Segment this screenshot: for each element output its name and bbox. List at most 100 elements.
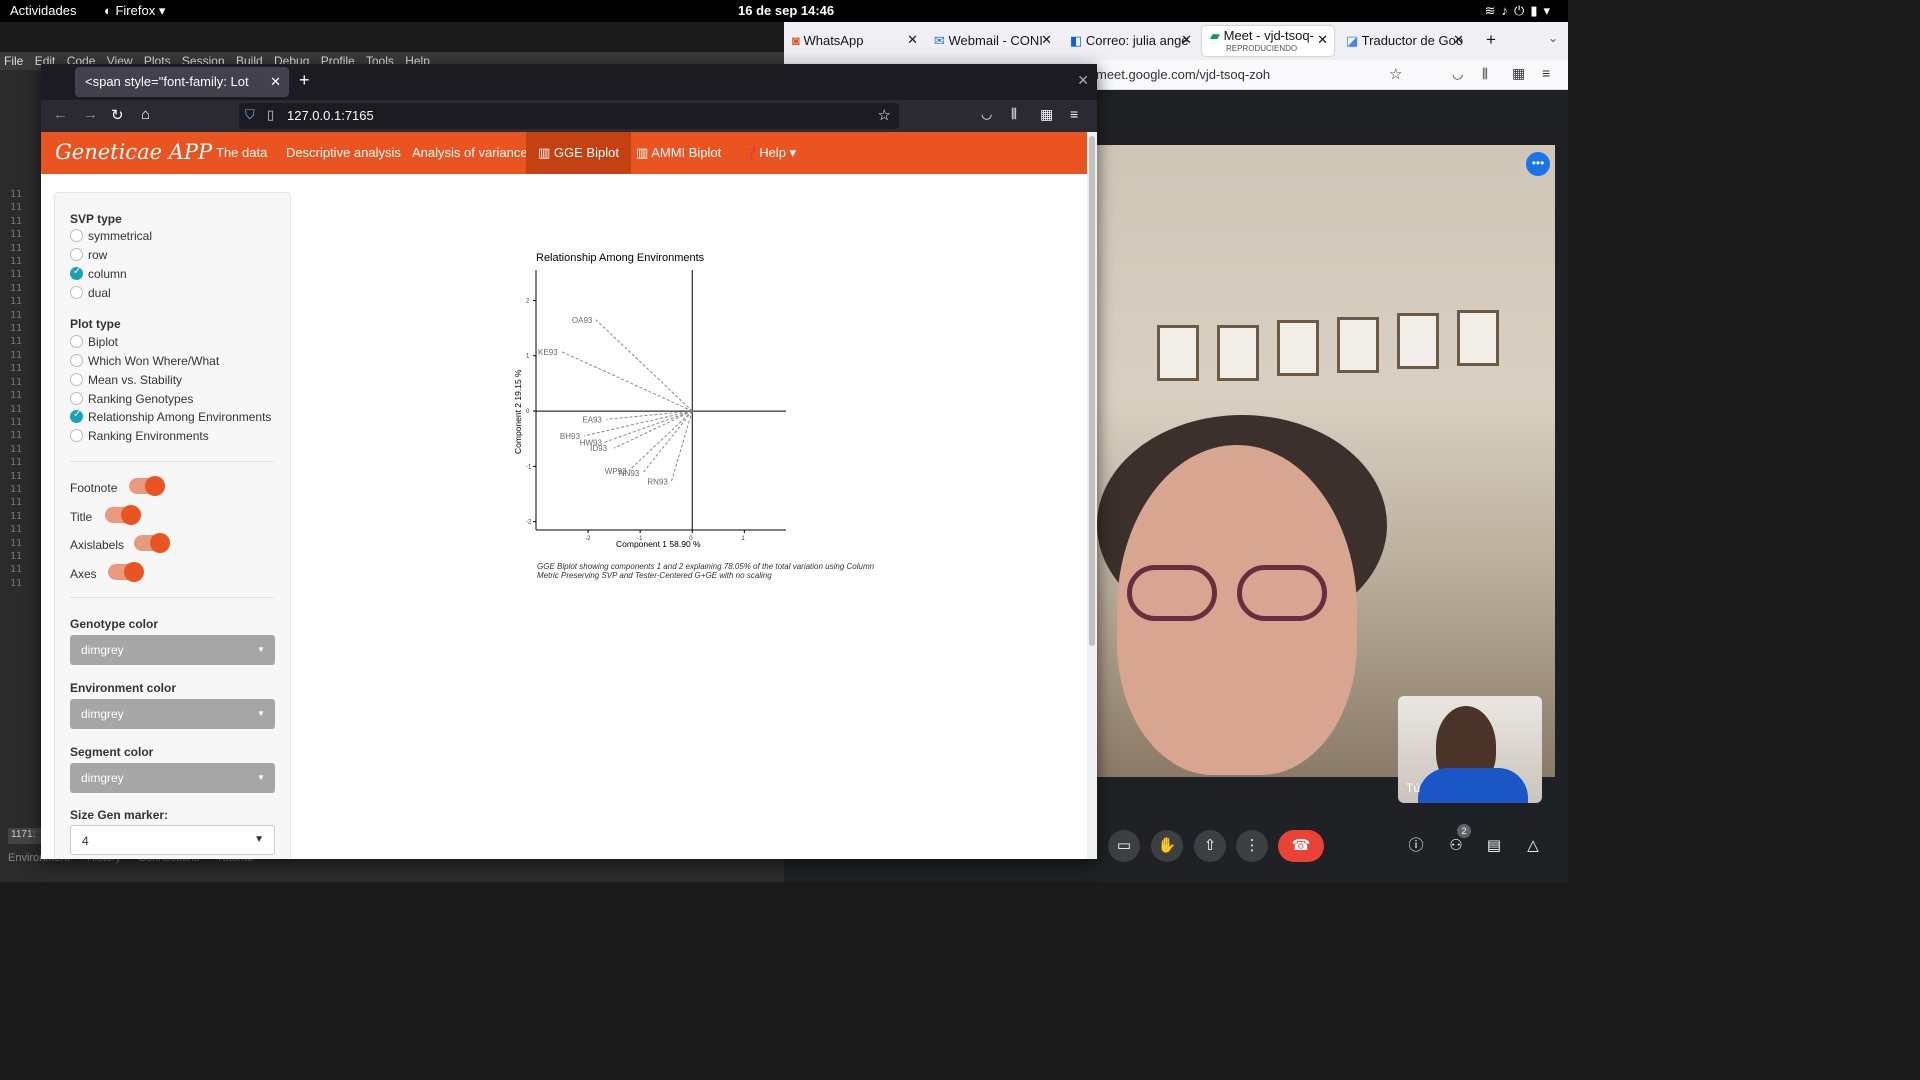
line-number: 11 <box>10 242 23 254</box>
tab-list-icon[interactable]: ⌄ <box>1548 31 1558 45</box>
axes-switch[interactable] <box>108 562 144 582</box>
bookmark-star-icon[interactable]: ☆ <box>878 106 891 124</box>
radio-plot-relationship-environments[interactable]: Relationship Among Environments <box>70 409 272 424</box>
radio-plot-biplot[interactable]: Biplot <box>70 335 118 349</box>
radio-svp-dual[interactable]: dual <box>70 286 111 300</box>
question-circle-icon: ❓ <box>743 145 760 160</box>
back-icon[interactable]: ← <box>53 106 68 123</box>
select-value: dimgrey <box>81 707 124 721</box>
bookmark-star-icon[interactable]: ☆ <box>1389 65 1402 83</box>
page-scrollbar[interactable] <box>1087 132 1097 859</box>
battery-icon: ▮ <box>1530 3 1544 18</box>
tab-label: Webmail - CONI <box>948 33 1043 48</box>
url-text[interactable]: 127.0.0.1:7165 <box>287 108 374 123</box>
tab-meet[interactable]: ▰ Meet - vjd-tsoq- REPRODUCIENDO ✕ <box>1202 26 1334 56</box>
scrollbar-thumb[interactable] <box>1089 136 1095 646</box>
grid-icon[interactable]: ▦ <box>1040 106 1053 123</box>
close-icon[interactable]: ✕ <box>1317 32 1328 48</box>
end-call-button[interactable]: ☎ <box>1278 830 1324 862</box>
nav-label: AMMI Biplot <box>651 145 722 160</box>
tab-correo[interactable]: ◧ Correo: julia ange ✕ <box>1062 26 1198 56</box>
radio-plot-ranking-genotypes[interactable]: Ranking Genotypes <box>70 392 193 406</box>
size-gen-marker-select[interactable]: 4 ▼ <box>70 825 275 855</box>
info-button[interactable]: ⓘ <box>1400 830 1432 862</box>
switch-knob <box>121 505 141 525</box>
pocket-icon[interactable]: ◡ <box>981 106 992 122</box>
main-video-tile[interactable] <box>1097 145 1555 777</box>
pocket-icon[interactable]: ◡ <box>1452 66 1463 82</box>
shield-icon[interactable]: ⛉ <box>245 107 255 123</box>
close-icon[interactable]: ✕ <box>907 32 918 48</box>
tab-label: Meet - vjd-tsoq- <box>1223 28 1314 43</box>
nav-ammi-biplot[interactable]: ▥ AMMI Biplot <box>624 132 733 174</box>
title-switch[interactable] <box>105 505 141 525</box>
url-bar[interactable]: ⛉ ▯ 127.0.0.1:7165 ☆ <box>239 103 899 129</box>
nav-the-data[interactable]: The data <box>204 132 279 174</box>
meet-url[interactable]: meet.google.com/vjd-tsoq-zoh <box>1096 67 1270 82</box>
radio-plot-which-won[interactable]: Which Won Where/What <box>70 354 219 368</box>
line-number: 11 <box>10 457 23 469</box>
raise-hand-button[interactable]: ✋ <box>1151 830 1183 862</box>
close-icon[interactable]: ✕ <box>1453 32 1464 48</box>
activities-icon[interactable]: △ <box>1517 830 1549 862</box>
footnote-switch[interactable] <box>129 476 165 496</box>
tab-shiny-app[interactable]: <span style="font-family: Lot ✕ <box>75 67 289 97</box>
forward-icon[interactable]: → <box>83 106 98 123</box>
clock[interactable]: 16 de sep 14:46 <box>738 3 834 18</box>
app-menu-button[interactable]: ◐ Firefox ▾ <box>104 3 165 19</box>
segment-color-select[interactable]: dimgrey ▼ <box>70 763 275 793</box>
nav-label: Help <box>759 145 786 160</box>
line-number: 11 <box>10 269 23 281</box>
new-tab-button[interactable]: + <box>299 70 310 91</box>
nav-descriptive-analysis[interactable]: Descriptive analysis <box>274 132 413 174</box>
window-close-icon[interactable]: ✕ <box>1077 72 1089 89</box>
axislabels-switch[interactable] <box>134 533 170 553</box>
tab-translator[interactable]: ◪ Traductor de Goo ✕ <box>1338 26 1470 56</box>
radio-plot-mean-stability[interactable]: Mean vs. Stability <box>70 373 182 387</box>
more-options-icon[interactable]: ••• <box>1526 152 1550 176</box>
tab-webmail[interactable]: ✉ Webmail - CONI ✕ <box>926 26 1058 56</box>
close-icon[interactable]: ✕ <box>1041 32 1052 48</box>
tab-label: WhatsApp <box>803 33 864 48</box>
line-number: 11 <box>10 524 23 536</box>
present-button[interactable]: ⇧ <box>1194 830 1226 862</box>
nav-gge-biplot[interactable]: ▥ GGE Biplot <box>526 132 631 174</box>
x-tick-label: 1 <box>741 536 745 542</box>
brand-logo[interactable]: Geneticae APP <box>55 140 212 164</box>
tab-whatsapp[interactable]: ◙ WhatsApp ✕ <box>784 26 924 56</box>
radio-svp-symmetrical[interactable]: symmetrical <box>70 229 152 243</box>
switch-knob <box>124 562 144 582</box>
glasses-left <box>1127 565 1217 621</box>
new-tab-button[interactable]: + <box>1486 30 1496 50</box>
close-icon[interactable]: ✕ <box>1181 32 1192 48</box>
close-icon[interactable]: ✕ <box>270 74 281 90</box>
radio-label: Relationship Among Environments <box>88 410 272 424</box>
more-button[interactable]: ⋮ <box>1236 830 1268 862</box>
hamburger-menu-icon[interactable]: ≡ <box>1542 65 1550 81</box>
radio-svp-column[interactable]: column <box>70 266 127 281</box>
segment-color-label: Segment color <box>70 745 154 759</box>
system-tray[interactable]: ≋♪⏻▮▾ <box>1485 3 1556 19</box>
nav-help[interactable]: ❓Help ▾ <box>731 132 808 174</box>
caret-down-icon: ▾ <box>785 145 797 160</box>
line-number: 11 <box>10 403 23 415</box>
radio-plot-ranking-environments[interactable]: Ranking Environments <box>70 429 209 443</box>
environment-vector <box>670 410 693 482</box>
chat-button[interactable]: ▤ <box>1478 830 1510 862</box>
captions-button[interactable]: ▭ <box>1108 830 1140 862</box>
library-icon[interactable]: ⫼ <box>1482 66 1488 82</box>
biplot-chart: Relationship Among Environments Componen… <box>501 244 851 589</box>
library-icon[interactable]: ⫼ <box>1011 106 1017 122</box>
home-icon[interactable]: ⌂ <box>141 106 150 123</box>
reload-icon[interactable]: ↻ <box>111 106 124 124</box>
genotype-color-select[interactable]: dimgrey ▼ <box>70 635 275 665</box>
nav-analysis-of-variance[interactable]: Analysis of variance <box>400 132 540 174</box>
environment-color-select[interactable]: dimgrey ▼ <box>70 699 275 729</box>
activities-button[interactable]: Actividades <box>10 3 76 18</box>
menu-file[interactable]: File <box>4 54 23 68</box>
hamburger-menu-icon[interactable]: ≡ <box>1070 106 1078 122</box>
self-view-tile[interactable]: Tú <box>1398 696 1542 803</box>
radio-svp-row[interactable]: row <box>70 248 107 262</box>
grid-icon[interactable]: ▦ <box>1512 65 1525 82</box>
toggle-label: Axislabels <box>70 538 125 552</box>
